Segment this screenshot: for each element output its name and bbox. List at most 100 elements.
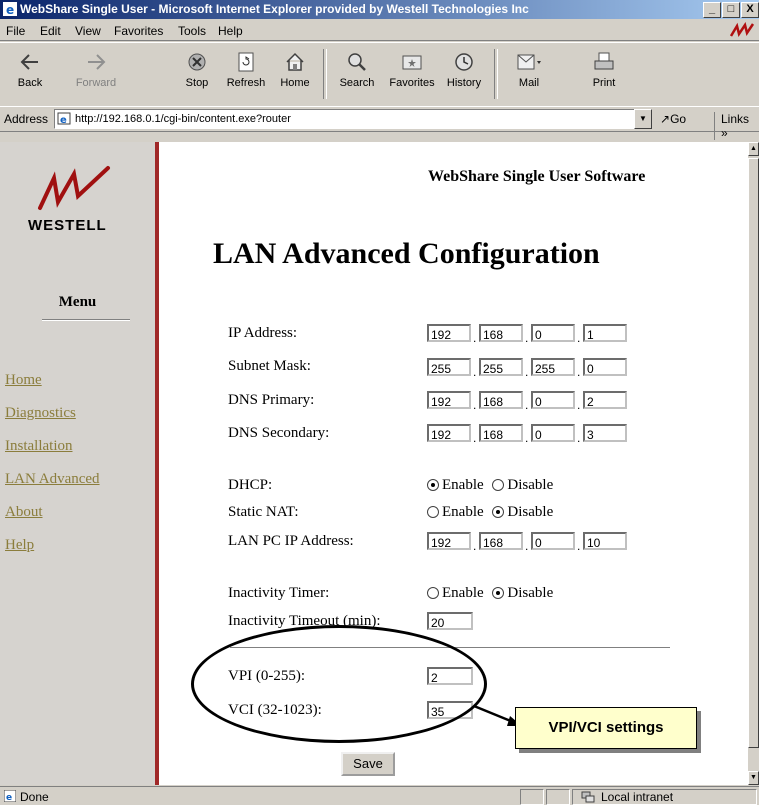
- menu-edit[interactable]: Edit: [40, 24, 61, 38]
- refresh-button[interactable]: Refresh: [222, 47, 270, 89]
- favorites-button[interactable]: Favorites: [388, 47, 436, 89]
- inactivity-timeout-input[interactable]: 20: [427, 612, 473, 630]
- subnet-mask-octet-2[interactable]: 255: [479, 358, 523, 376]
- forward-label: Forward: [75, 77, 117, 89]
- dns-primary-octet-1[interactable]: 192: [427, 391, 471, 409]
- dhcp-disable-radio[interactable]: [492, 478, 505, 491]
- home-button[interactable]: Home: [271, 47, 319, 89]
- dhcp-disable-label: Disable: [507, 477, 554, 493]
- ip-address-octet-3[interactable]: 0: [531, 324, 575, 342]
- inactivity-timer-radio-group: Enable Disable: [427, 585, 553, 602]
- dns-secondary-label: DNS Secondary:: [228, 425, 330, 441]
- toolbar-separator: [323, 49, 327, 99]
- octet-separator: .: [473, 365, 477, 379]
- nav-diagnostics[interactable]: Diagnostics: [5, 405, 76, 422]
- lan-pc-ip-octet-2[interactable]: 168: [479, 532, 523, 550]
- ip-address-octet-1[interactable]: 192: [427, 324, 471, 342]
- menu-favorites[interactable]: Favorites: [114, 24, 163, 38]
- dns-primary-octet-3[interactable]: 0: [531, 391, 575, 409]
- nav-installation[interactable]: Installation: [5, 438, 73, 455]
- title-bar: e WebShare Single User - Microsoft Inter…: [0, 0, 759, 19]
- menu-file[interactable]: File: [6, 24, 25, 38]
- close-button[interactable]: X: [741, 2, 759, 18]
- menu-divider: [42, 319, 130, 321]
- menu-help[interactable]: Help: [218, 24, 243, 38]
- octet-separator: .: [577, 539, 581, 553]
- static-nat-enable-radio[interactable]: [427, 505, 439, 518]
- refresh-label: Refresh: [226, 77, 266, 89]
- page-content: WESTELL Menu Home Diagnostics Installati…: [0, 142, 748, 785]
- dns-secondary-octet-1[interactable]: 192: [427, 424, 471, 442]
- octet-separator: .: [525, 365, 529, 379]
- ip-address-label: IP Address:: [228, 325, 298, 341]
- ie-icon: e: [3, 2, 17, 16]
- inactivity-timer-enable-radio[interactable]: [427, 586, 439, 599]
- back-label: Back: [17, 77, 43, 89]
- octet-separator: .: [473, 431, 477, 445]
- dns-secondary-octet-4[interactable]: 3: [583, 424, 627, 442]
- software-header: WebShare Single User Software: [428, 168, 646, 185]
- page-status-icon: e: [4, 790, 16, 802]
- ip-address-octet-4[interactable]: 1: [583, 324, 627, 342]
- westell-logo: WESTELL: [28, 164, 120, 234]
- mail-button[interactable]: Mail: [505, 47, 553, 89]
- window-controls: _ □ X: [703, 2, 759, 18]
- history-label: History: [446, 77, 482, 89]
- back-button[interactable]: Back: [6, 47, 54, 89]
- scroll-thumb[interactable]: [748, 158, 759, 748]
- octet-separator: .: [525, 398, 529, 412]
- maximize-button[interactable]: □: [722, 2, 740, 18]
- dhcp-enable-label: Enable: [442, 477, 484, 493]
- inactivity-timer-label: Inactivity Timer:: [228, 585, 330, 601]
- dns-primary-octet-4[interactable]: 2: [583, 391, 627, 409]
- lan-pc-ip-label: LAN PC IP Address:: [228, 533, 354, 549]
- dns-primary-octet-2[interactable]: 168: [479, 391, 523, 409]
- nav-help[interactable]: Help: [5, 537, 34, 554]
- minimize-button[interactable]: _: [703, 2, 721, 18]
- forward-button[interactable]: Forward: [72, 47, 120, 89]
- scroll-down-button[interactable]: ▼: [748, 771, 759, 785]
- print-button[interactable]: Print: [580, 47, 628, 89]
- address-label: Address: [4, 112, 49, 126]
- save-button[interactable]: Save: [341, 752, 395, 776]
- address-dropdown-button[interactable]: ▼: [634, 109, 652, 129]
- sidebar: WESTELL Menu Home Diagnostics Installati…: [0, 142, 155, 785]
- subnet-mask-octet-3[interactable]: 255: [531, 358, 575, 376]
- octet-separator: .: [525, 539, 529, 553]
- subnet-mask-octet-4[interactable]: 0: [583, 358, 627, 376]
- scroll-up-button[interactable]: ▲: [748, 142, 759, 156]
- subnet-mask-octet-1[interactable]: 255: [427, 358, 471, 376]
- inactivity-timer-disable-radio[interactable]: [492, 586, 505, 599]
- svg-text:e: e: [60, 115, 67, 125]
- ip-address-octet-2[interactable]: 168: [479, 324, 523, 342]
- stop-button[interactable]: Stop: [173, 47, 221, 89]
- history-icon: [455, 53, 473, 71]
- history-button[interactable]: History: [440, 47, 488, 89]
- dns-secondary-octet-3[interactable]: 0: [531, 424, 575, 442]
- dhcp-enable-radio[interactable]: [427, 478, 439, 491]
- print-icon: [594, 52, 614, 70]
- back-arrow-icon: [20, 54, 38, 70]
- address-input[interactable]: e http://192.168.0.1/cgi-bin/content.exe…: [54, 109, 636, 129]
- dns-secondary-octet-2[interactable]: 168: [479, 424, 523, 442]
- search-button[interactable]: Search: [333, 47, 381, 89]
- lan-pc-ip-octet-1[interactable]: 192: [427, 532, 471, 550]
- dhcp-radio-group: Enable Disable: [427, 477, 553, 494]
- inactivity-timer-enable-label: Enable: [442, 585, 484, 601]
- links-button[interactable]: Links »: [714, 112, 759, 140]
- go-button[interactable]: ↗Go: [660, 112, 686, 126]
- nav-home[interactable]: Home: [5, 372, 42, 389]
- lan-pc-ip-octet-3[interactable]: 0: [531, 532, 575, 550]
- sidebar-border: [155, 142, 159, 785]
- lan-pc-ip-octet-4[interactable]: 10: [583, 532, 627, 550]
- nav-about[interactable]: About: [5, 504, 43, 521]
- vertical-scrollbar[interactable]: ▲ ▼: [748, 142, 759, 785]
- stop-icon: [188, 53, 206, 71]
- vpi-vci-highlight-ellipse: [191, 625, 487, 743]
- menu-tools[interactable]: Tools: [178, 24, 206, 38]
- static-nat-disable-radio[interactable]: [492, 505, 505, 518]
- menu-view[interactable]: View: [75, 24, 101, 38]
- address-bar: Address e http://192.168.0.1/cgi-bin/con…: [0, 106, 759, 140]
- search-icon: [348, 53, 366, 71]
- nav-lan-advanced[interactable]: LAN Advanced: [5, 471, 100, 488]
